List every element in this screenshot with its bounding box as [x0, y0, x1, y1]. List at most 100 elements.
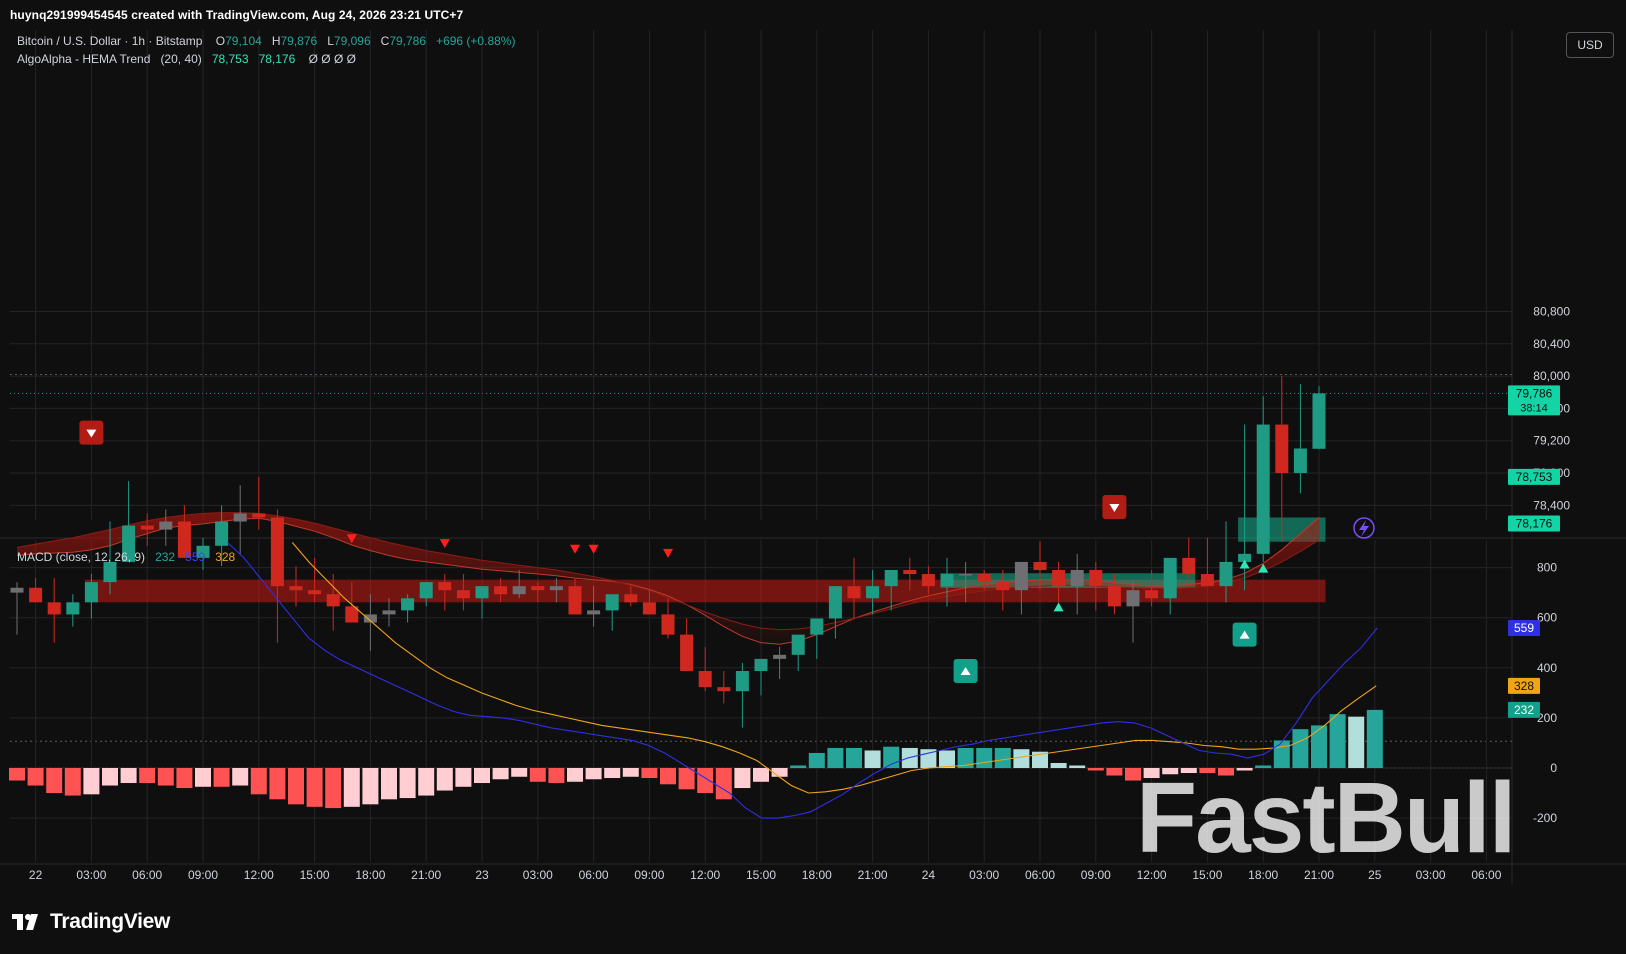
candle-body	[1052, 570, 1066, 587]
macd-hist-bar	[1348, 716, 1365, 768]
macd-hist-bar	[715, 768, 732, 800]
macd-axis-tick: 400	[1537, 661, 1557, 675]
time-axis-tick: 09:00	[188, 868, 218, 882]
macd-hist-bar	[585, 768, 602, 780]
tradingview-brand[interactable]: TradingView	[12, 910, 170, 934]
symbol-title[interactable]: Bitcoin / U.S. Dollar · 1h · Bitstamp	[17, 34, 202, 48]
macd-legend[interactable]: MACD (close, 12, 26, 9) 232 559 328	[17, 550, 235, 564]
candle-body	[996, 582, 1010, 591]
candle-body	[270, 517, 284, 587]
macd-hist-bar	[176, 768, 193, 789]
candle-body	[1107, 586, 1121, 607]
macd-hist-bar	[288, 768, 304, 805]
macd-hist-bar	[604, 768, 621, 779]
macd-hist-bar	[827, 747, 844, 768]
macd-hist-bar	[1106, 768, 1123, 776]
low-label: L	[327, 34, 334, 48]
price-axis-tick: 78,400	[1533, 498, 1570, 512]
macd-hist-bar	[511, 768, 528, 777]
macd-hist-bar	[622, 768, 639, 777]
macd-hist-badge-label: 232	[1514, 703, 1534, 717]
price-axis-tick: 80,000	[1533, 369, 1570, 383]
candle-body	[1200, 574, 1214, 587]
macd-hist-bar	[994, 747, 1011, 768]
macd-hist-bar	[492, 768, 509, 780]
indicator-legend[interactable]: AlgoAlpha - HEMA Trend (20, 40) 78,753 7…	[17, 52, 356, 66]
candle-body	[587, 610, 601, 615]
candle-body	[84, 582, 98, 603]
high-value: 79,876	[280, 34, 318, 48]
candle-body	[1126, 590, 1140, 607]
indicator-rest-values: Ø Ø Ø Ø	[308, 52, 356, 66]
candle-body	[326, 594, 340, 607]
candle-body	[810, 618, 824, 635]
fastbull-watermark: FastBull	[1136, 762, 1516, 874]
candle-body	[624, 594, 638, 603]
time-axis-tick: 09:00	[1081, 868, 1111, 882]
candle-body	[512, 586, 526, 595]
time-axis-tick: 03:00	[523, 868, 553, 882]
candle-body	[1070, 570, 1084, 587]
candle-body	[1163, 557, 1177, 599]
candle-body	[494, 586, 508, 595]
macd-hist-bar	[846, 747, 862, 768]
time-axis-tick: 09:00	[634, 868, 664, 882]
macd-hist-bar	[734, 768, 751, 789]
candle-body	[1033, 561, 1047, 570]
candle-body	[401, 598, 415, 611]
macd-name[interactable]: MACD (close, 12, 26, 9)	[17, 550, 145, 564]
macd-signal-value: 328	[215, 550, 236, 564]
candle-body	[10, 587, 24, 593]
open-value: 79,104	[225, 34, 262, 48]
countdown-badge-label: 38:14	[1520, 402, 1548, 414]
time-axis-tick: 06:00	[132, 868, 162, 882]
currency-button[interactable]: USD	[1566, 32, 1614, 58]
candle-body	[1089, 570, 1103, 587]
indicator-value-2: 78,176	[258, 52, 296, 66]
macd-hist-bar	[548, 768, 565, 784]
time-axis-tick: 12:00	[690, 868, 720, 882]
candle-body	[940, 574, 954, 587]
candle-body	[847, 586, 861, 599]
candle-body	[698, 671, 712, 688]
macd-hist-bar	[120, 768, 137, 784]
price-axis-tick: 80,800	[1533, 304, 1570, 318]
candle-body	[605, 594, 619, 611]
macd-hist-bar	[697, 768, 714, 794]
time-axis-tick: 03:00	[969, 868, 999, 882]
alert-lightning-icon	[1353, 517, 1375, 539]
candle-body	[828, 586, 842, 619]
macd-hist-bar	[306, 768, 323, 807]
macd-axis-tick: 800	[1537, 561, 1557, 575]
time-axis-tick: 21:00	[411, 868, 441, 882]
macd-hist-bar	[195, 768, 211, 787]
candle-body	[884, 570, 898, 587]
candle-body	[959, 574, 973, 576]
candle-body	[419, 582, 433, 599]
candle-body	[1014, 561, 1028, 591]
macd-hist-bar	[269, 768, 286, 800]
candle-body	[549, 586, 563, 591]
candle-body	[568, 586, 582, 615]
hema-fast-badge-label: 78,753	[1516, 470, 1553, 484]
macd-hist-bar	[362, 768, 379, 805]
candle-body	[438, 582, 452, 591]
indicator-name[interactable]: AlgoAlpha - HEMA Trend	[17, 52, 150, 66]
candle-body	[903, 570, 917, 575]
tradingview-wordmark: TradingView	[50, 910, 171, 933]
candle-body	[475, 586, 489, 599]
candle-body	[1256, 424, 1270, 554]
macd-hist-bar	[641, 768, 658, 779]
candle-body	[773, 654, 787, 659]
macd-hist-bar	[474, 768, 490, 784]
time-axis-tick: 23	[475, 868, 489, 882]
symbol-legend[interactable]: Bitcoin / U.S. Dollar · 1h · Bitstamp O7…	[17, 34, 515, 48]
change-value: +696 (+0.88%)	[436, 34, 516, 48]
macd-hist-bar	[343, 768, 360, 807]
candle-body	[977, 574, 991, 583]
macd-hist-value: 232	[155, 550, 176, 564]
macd-hist-bar	[864, 750, 881, 768]
macd-hist-bar	[455, 768, 472, 787]
macd-hist-bar	[232, 768, 249, 786]
macd-hist-bar	[567, 768, 583, 782]
